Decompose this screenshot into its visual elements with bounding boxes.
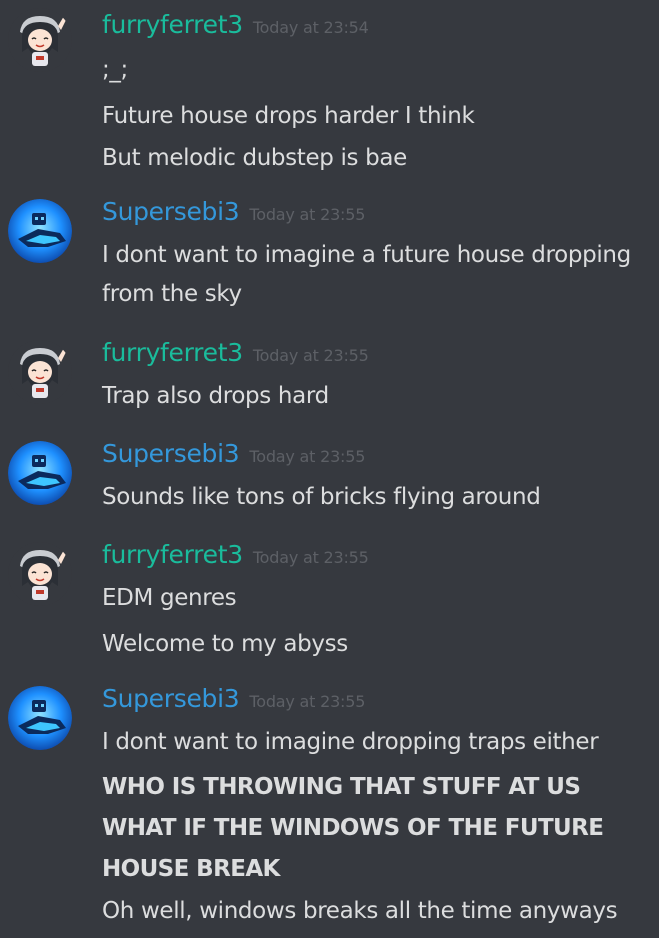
chat-messages: furryferret3 Today at 23:54 ;_; Future ho… <box>0 0 659 938</box>
message-text: Sounds like tons of bricks flying around <box>102 484 541 510</box>
avatar-anime-girl-icon[interactable] <box>8 542 72 606</box>
timestamp: Today at 23:55 <box>249 205 366 224</box>
timestamp: Today at 23:55 <box>252 548 369 567</box>
avatar-blue-robot-icon[interactable] <box>8 686 72 750</box>
timestamp: Today at 23:54 <box>252 18 369 37</box>
message-text: Oh well, windows breaks all the time any… <box>102 898 618 924</box>
message-text: EDM genres <box>102 585 237 611</box>
timestamp: Today at 23:55 <box>249 692 366 711</box>
username[interactable]: furryferret3 <box>102 10 243 39</box>
message-text: Trap also drops hard <box>102 383 329 409</box>
username[interactable]: furryferret3 <box>102 540 243 569</box>
message-text: WHO IS THROWING THAT STUFF AT US <box>102 774 581 800</box>
message-text: WHAT IF THE WINDOWS OF THE FUTURE <box>102 815 604 841</box>
message-text: I dont want to imagine a future house dr… <box>102 242 631 268</box>
timestamp: Today at 23:55 <box>252 346 369 365</box>
username[interactable]: Supersebi3 <box>102 197 240 226</box>
message-text: I dont want to imagine dropping traps ei… <box>102 729 599 755</box>
message-text: HOUSE BREAK <box>102 856 280 882</box>
avatar-blue-robot-icon[interactable] <box>8 441 72 505</box>
avatar-blue-robot-icon[interactable] <box>8 199 72 263</box>
avatar-anime-girl-icon[interactable] <box>8 340 72 404</box>
message-text: Future house drops harder I think <box>102 103 475 129</box>
message-text: ;_; <box>102 57 128 83</box>
timestamp: Today at 23:55 <box>249 447 366 466</box>
avatar-anime-girl-icon[interactable] <box>8 8 72 72</box>
message-text: from the sky <box>102 281 242 307</box>
message-text: Welcome to my abyss <box>102 631 348 657</box>
username[interactable]: Supersebi3 <box>102 439 240 468</box>
message-text: But melodic dubstep is bae <box>102 145 407 171</box>
username[interactable]: furryferret3 <box>102 338 243 367</box>
username[interactable]: Supersebi3 <box>102 684 240 713</box>
